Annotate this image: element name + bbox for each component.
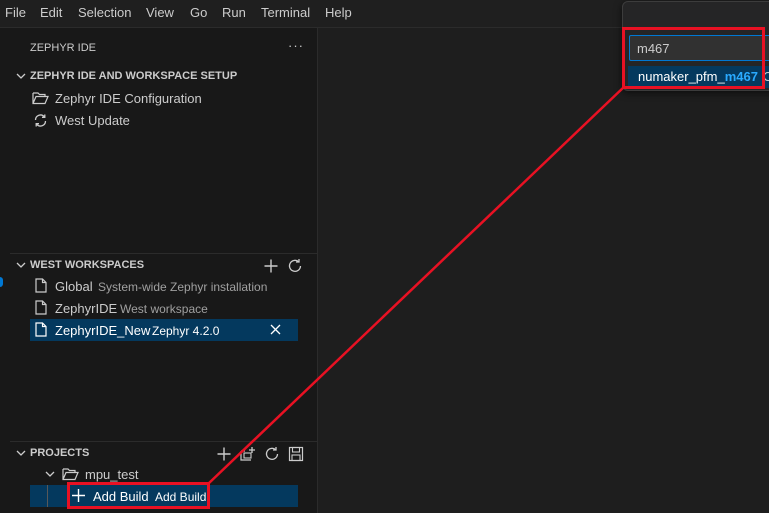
annotation-connector-line (207, 85, 626, 485)
